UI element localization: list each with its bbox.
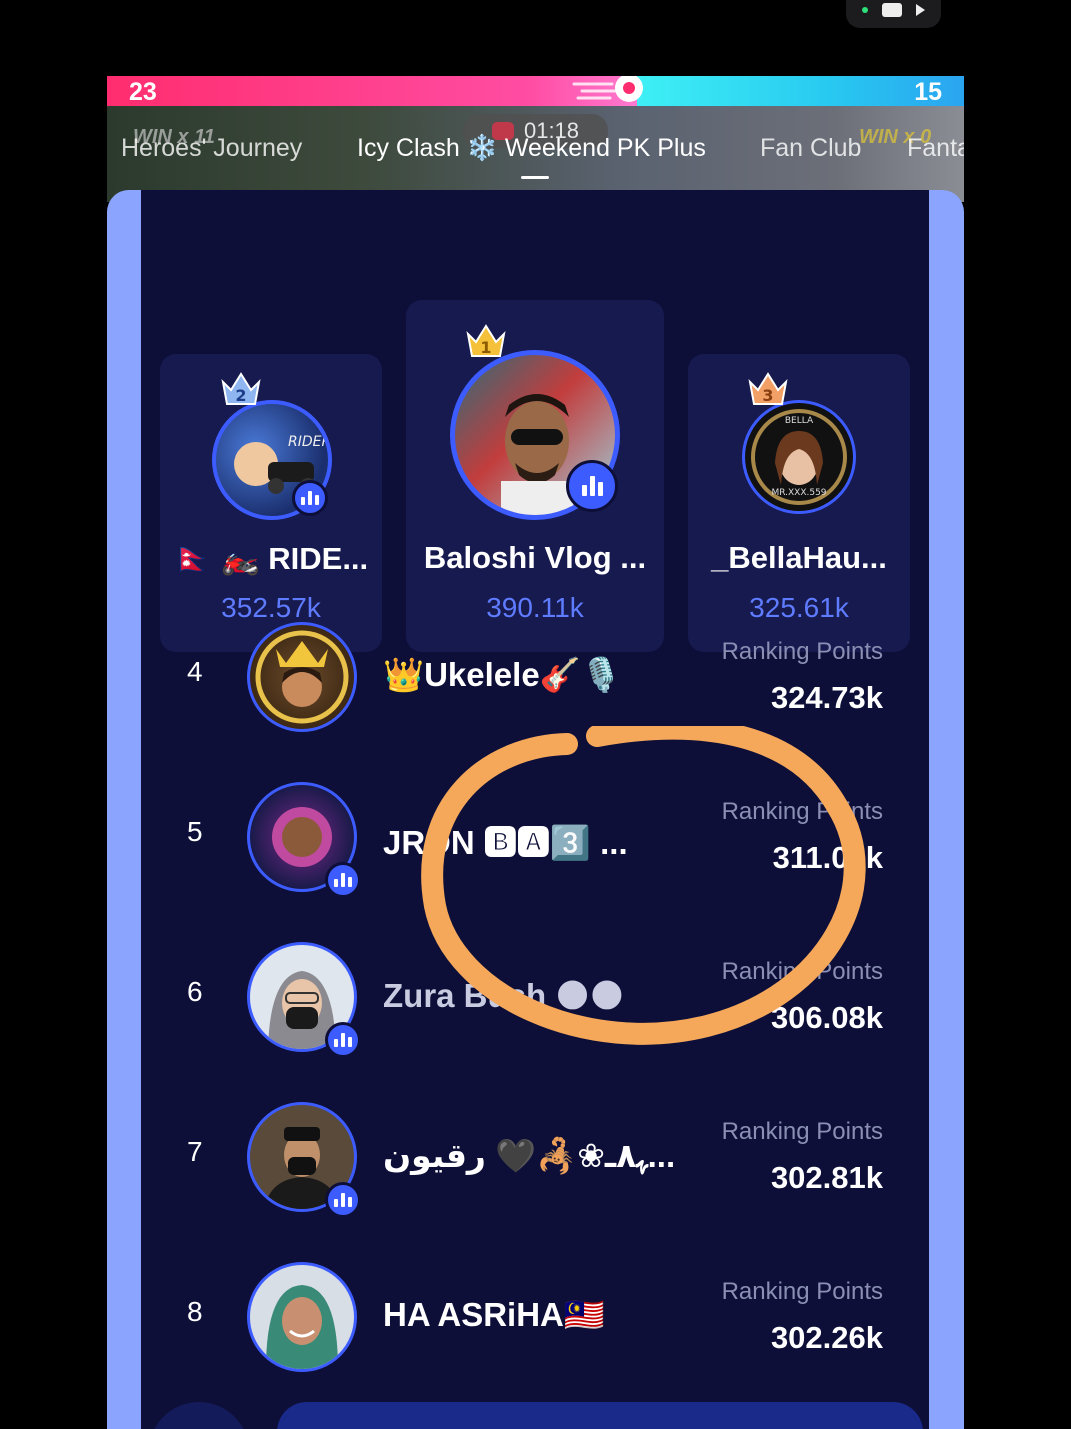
active-tab-indicator bbox=[521, 176, 549, 179]
podium-name: Baloshi Vlog ... bbox=[423, 540, 647, 575]
row-rank: 8 bbox=[187, 1296, 203, 1327]
tab-icy-clash[interactable]: Icy Clash ❄️ Weekend PK Plus bbox=[357, 134, 706, 163]
ukelele-avatar-image bbox=[255, 630, 349, 724]
asriha-avatar-image bbox=[266, 1285, 338, 1369]
tab-fan-club[interactable]: Fan Club bbox=[760, 134, 861, 163]
svg-text:1: 1 bbox=[480, 338, 491, 357]
leaderboard-list[interactable]: RIDER 2 🇳🇵 🏍️ RIDE... 352.57k 1 Baloshi … bbox=[141, 190, 929, 1429]
svg-text:BELLA: BELLA bbox=[785, 416, 814, 426]
row-rank: 5 bbox=[187, 816, 203, 847]
status-pill bbox=[846, 0, 941, 28]
leaderboard-row[interactable]: 6 Zura Bush 🌑🌑 Ranking Points 306.08k bbox=[141, 942, 929, 1082]
tab-bar: Heroes' Journey Icy Clash ❄️ Weekend PK … bbox=[107, 134, 964, 174]
pk-left-score: 23 bbox=[129, 78, 157, 106]
svg-text:MR.XXX.559: MR.XXX.559 bbox=[771, 488, 826, 498]
row-score: 324.73k bbox=[770, 680, 883, 715]
crown-gold-icon: 1 bbox=[466, 324, 506, 357]
row-name: ﮩ٨ـ❀🦂🖤 رقيون... bbox=[383, 1137, 676, 1174]
play-icon[interactable] bbox=[916, 4, 925, 16]
pk-right-score: 15 bbox=[914, 78, 942, 106]
ranking-points-label: Ranking Points bbox=[721, 1278, 883, 1305]
row-score: 311.06k bbox=[772, 840, 883, 875]
pk-left-fill bbox=[107, 76, 637, 106]
row-name: Zura Bush 🌑🌑 bbox=[383, 977, 625, 1014]
ranking-points-label: Ranking Points bbox=[721, 798, 883, 825]
podium-card-2[interactable]: RIDER 2 🇳🇵 🏍️ RIDE... 352.57k bbox=[160, 354, 382, 652]
stats-badge-icon[interactable] bbox=[566, 460, 618, 512]
podium-score: 352.57k bbox=[221, 592, 321, 623]
row-name: 👑Ukelele🎸🎙️ bbox=[383, 656, 622, 693]
podium-card-1[interactable]: 1 Baloshi Vlog ... 390.11k bbox=[406, 300, 664, 652]
ranking-points-label: Ranking Points bbox=[721, 1118, 883, 1145]
row-name: HA ASRiHA🇲🇾 bbox=[383, 1296, 605, 1333]
row-score: 302.26k bbox=[770, 1320, 883, 1355]
tab-fanta[interactable]: Fanta bbox=[907, 134, 964, 163]
leaderboard-row[interactable]: 7 ﮩ٨ـ❀🦂🖤 رقيون... Ranking Points 302.81k bbox=[141, 1102, 929, 1242]
stats-badge-icon[interactable] bbox=[292, 480, 328, 516]
svg-text:2: 2 bbox=[235, 386, 246, 405]
ranking-points-label: Ranking Points bbox=[721, 958, 883, 985]
live-frame: 23 15 WIN x 11 WIN x 0 01:18 Heroes' Jou… bbox=[107, 76, 964, 1429]
crown-silver-icon: 2 bbox=[221, 372, 261, 405]
bottom-action-button[interactable] bbox=[277, 1402, 923, 1429]
stats-badge-icon[interactable] bbox=[325, 862, 361, 898]
recording-dot-icon bbox=[862, 7, 868, 13]
bella-avatar-image: MR.XXX.559 BELLA bbox=[751, 409, 847, 505]
pk-score-bar bbox=[107, 76, 964, 106]
svg-text:3: 3 bbox=[762, 386, 773, 405]
podium-name: 🇳🇵 🏍️ RIDE... bbox=[173, 541, 369, 576]
camera-icon[interactable] bbox=[882, 3, 902, 17]
avatar[interactable]: MR.XXX.559 BELLA bbox=[742, 400, 856, 514]
row-score: 302.81k bbox=[770, 1160, 883, 1195]
leaderboard-row[interactable]: 4 👑Ukelele🎸🎙️ Ranking Points 324.73k bbox=[141, 622, 929, 762]
podium-score: 325.61k bbox=[749, 592, 849, 623]
podium-card-3[interactable]: MR.XXX.559 BELLA 3 _BellaHau... 325.61k bbox=[688, 354, 910, 652]
row-rank: 7 bbox=[187, 1136, 203, 1167]
stats-badge-icon[interactable] bbox=[325, 1182, 361, 1218]
leaderboard-row[interactable]: 5 JRON 🅱🅰3️⃣ ... Ranking Points 311.06k bbox=[141, 782, 929, 922]
podium-name: _BellaHau... bbox=[711, 540, 887, 575]
svg-text:RIDER: RIDER bbox=[288, 434, 328, 450]
row-score: 306.08k bbox=[770, 1000, 883, 1035]
avatar[interactable] bbox=[247, 622, 357, 732]
row-rank: 4 bbox=[187, 656, 203, 687]
tab-heroes-journey[interactable]: Heroes' Journey bbox=[121, 134, 302, 163]
avatar[interactable] bbox=[247, 1262, 357, 1372]
row-name: JRON 🅱🅰3️⃣ ... bbox=[383, 824, 628, 861]
leaderboard-row[interactable]: 8 HA ASRiHA🇲🇾 Ranking Points 302.26k bbox=[141, 1262, 929, 1402]
stats-badge-icon[interactable] bbox=[325, 1022, 361, 1058]
row-rank: 6 bbox=[187, 976, 203, 1007]
leaderboard-panel: RIDER 2 🇳🇵 🏍️ RIDE... 352.57k 1 Baloshi … bbox=[107, 190, 964, 1429]
crown-bronze-icon: 3 bbox=[748, 372, 788, 405]
ranking-points-label: Ranking Points bbox=[721, 638, 883, 665]
podium-score: 390.11k bbox=[486, 592, 584, 623]
